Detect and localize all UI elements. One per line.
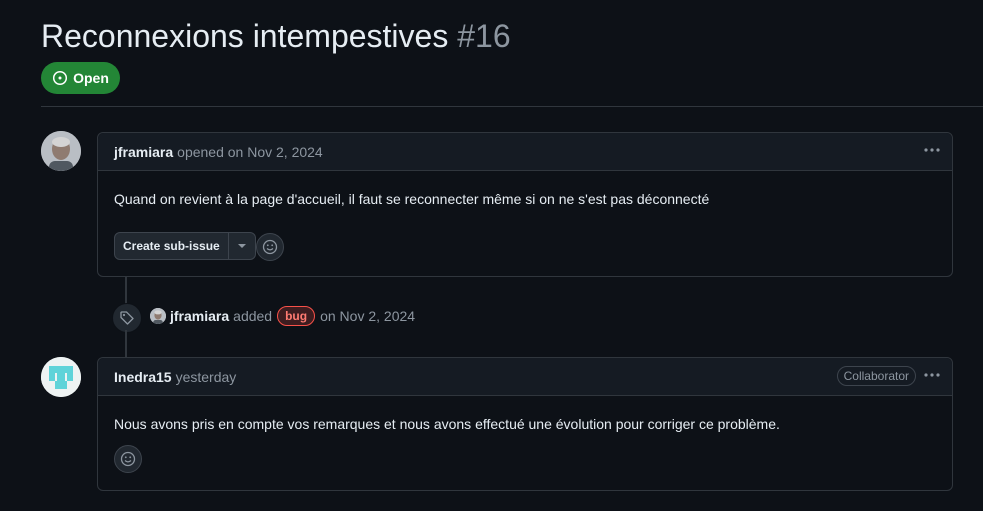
header-divider [41, 106, 983, 107]
kebab-icon[interactable] [922, 367, 942, 383]
label-event: jframiara added bug on Nov 2, 2024 [150, 306, 415, 326]
comment-header: jframiara opened on Nov 2, 2024 [98, 133, 952, 171]
issue-number: #16 [457, 18, 511, 54]
create-sub-issue-group: Create sub-issue [114, 232, 256, 260]
create-sub-issue-button[interactable]: Create sub-issue [114, 232, 229, 260]
comment-meta[interactable]: yesterday [176, 369, 237, 385]
comment-body: Nous avons pris en compte vos remarques … [114, 416, 780, 432]
label-event-badge [112, 303, 142, 333]
bug-label[interactable]: bug [277, 306, 316, 326]
comment-meta[interactable]: opened on Nov 2, 2024 [177, 144, 323, 160]
event-date[interactable]: on Nov 2, 2024 [320, 308, 415, 324]
status-badge: Open [41, 62, 120, 94]
timeline-line [125, 330, 127, 357]
smiley-icon [120, 451, 136, 467]
avatar-photo [41, 131, 81, 171]
comment-header: Inedra15 yesterday Collaborator [98, 358, 952, 396]
add-reaction-button[interactable] [256, 233, 284, 261]
smiley-icon [262, 239, 278, 255]
issue-open-icon [53, 70, 68, 86]
comment-body: Quand on revient à la page d'accueil, il… [114, 191, 710, 207]
comment-card: Inedra15 yesterday Collaborator Nous avo… [97, 357, 953, 491]
sub-issue-dropdown-button[interactable] [228, 232, 256, 260]
caret-down-icon [237, 244, 246, 248]
status-label: Open [73, 70, 109, 86]
avatar[interactable] [41, 357, 81, 397]
timeline-line [125, 276, 127, 304]
comment-author[interactable]: jframiara [114, 144, 173, 160]
event-actor[interactable]: jframiara [170, 308, 229, 324]
identicon [41, 357, 81, 397]
event-action: added [233, 308, 273, 324]
collaborator-badge: Collaborator [836, 366, 916, 386]
tag-icon [120, 311, 134, 325]
avatar[interactable] [41, 131, 81, 171]
avatar[interactable] [150, 308, 166, 324]
avatar-photo [150, 308, 166, 324]
comment-author[interactable]: Inedra15 [114, 369, 172, 385]
add-reaction-button[interactable] [114, 445, 142, 473]
issue-title: Reconnexions intempestives #16 [41, 16, 511, 56]
issue-title-text: Reconnexions intempestives [41, 18, 449, 54]
comment-card: jframiara opened on Nov 2, 2024 Quand on… [97, 132, 953, 277]
kebab-icon[interactable] [922, 142, 942, 158]
